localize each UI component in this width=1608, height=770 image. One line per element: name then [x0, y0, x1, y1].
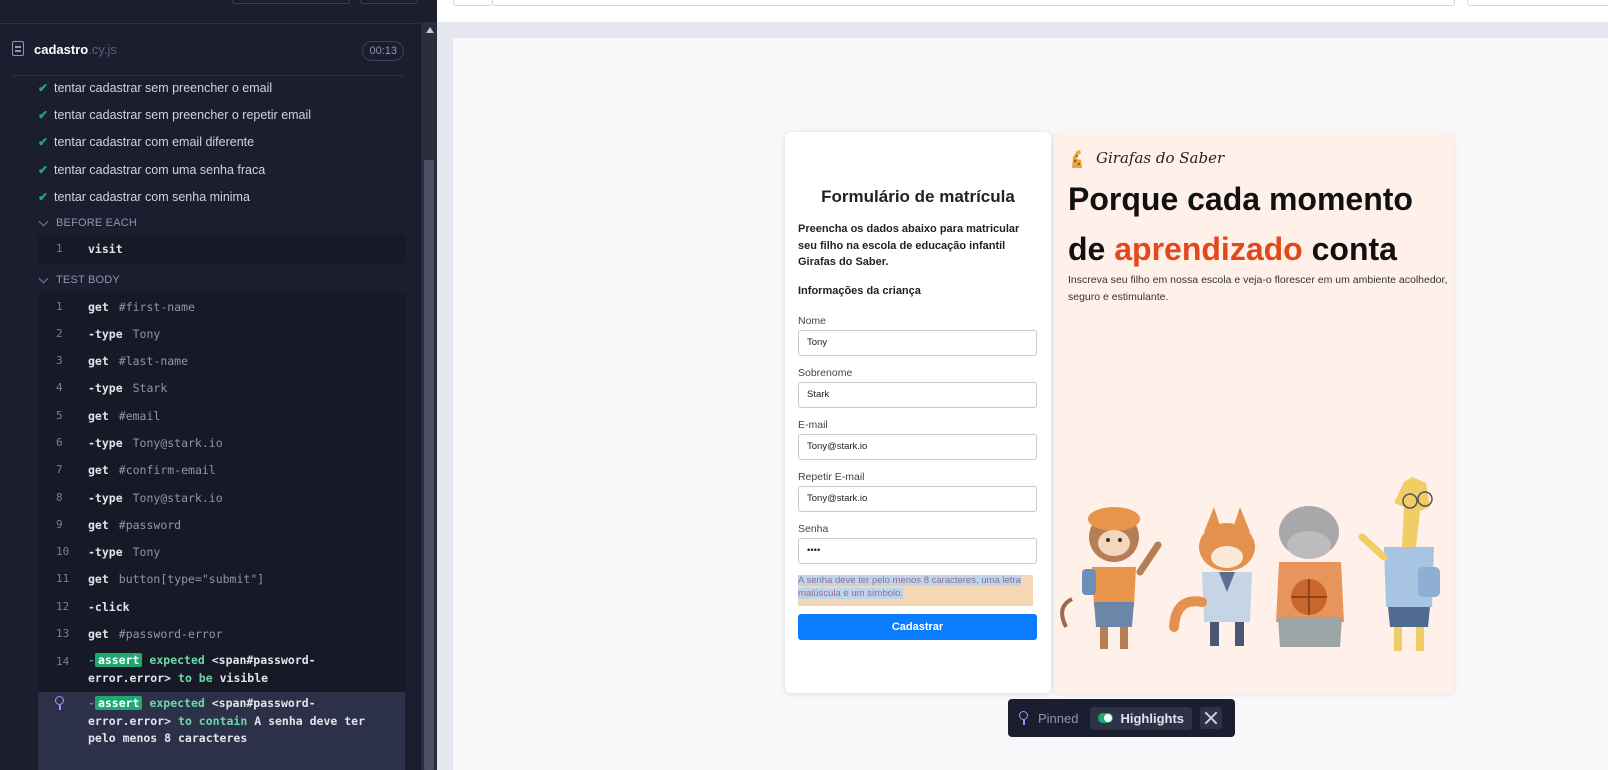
last-name-input[interactable]: Stark: [798, 382, 1037, 408]
viewport-control[interactable]: [453, 0, 493, 6]
command-row[interactable]: 7 get #confirm-email: [38, 456, 405, 483]
command-row[interactable]: 1 get #first-name: [38, 293, 405, 320]
command-row[interactable]: 10 -type Tony: [38, 538, 405, 565]
pin-icon: [1019, 711, 1029, 725]
test-item[interactable]: ✔ tentar cadastrar sem preencher o email: [38, 78, 272, 98]
header-control[interactable]: [360, 0, 418, 4]
hero-subtitle: Inscreva seu filho em nossa escola e vej…: [1068, 274, 1448, 303]
chevron-down-icon: [38, 273, 49, 283]
hero-panel: Girafas do Saber Porque cada momento de …: [1054, 132, 1454, 693]
command-log-panel: cadastro.cy.js 00:13 ✔ tentar cadastrar s…: [0, 0, 437, 770]
test-item[interactable]: ✔ tentar cadastrar com uma senha fraca: [38, 160, 265, 180]
form-description: Preencha os dados abaixo para matricular…: [798, 223, 1020, 268]
command-row[interactable]: 4 -type Stark: [38, 374, 405, 401]
divider: [12, 75, 404, 76]
pinned-label: Pinned: [1038, 710, 1079, 726]
password-label: Senha: [798, 523, 829, 535]
command-row[interactable]: 8 -type Tony@stark.io: [38, 484, 405, 511]
password-input[interactable]: ••••: [798, 538, 1037, 564]
giraffe-icon: [1068, 147, 1086, 169]
submit-button[interactable]: Cadastrar: [798, 614, 1037, 640]
pinned-toolbar: Pinned Highlights: [1008, 699, 1235, 737]
viewport-size-control[interactable]: [1467, 0, 1608, 6]
form-title: Formulário de matrícula: [821, 187, 1015, 206]
test-item[interactable]: ✔ tentar cadastrar com email diferente: [38, 132, 254, 152]
command-row[interactable]: 2 -type Tony: [38, 320, 405, 347]
check-icon: ✔: [38, 108, 49, 122]
check-icon: ✔: [38, 190, 49, 204]
form-section-title: Informações da criança: [798, 285, 921, 297]
scrollbar-thumb[interactable]: [424, 160, 434, 770]
hero-title: Porque cada momento de aprendizado conta: [1068, 181, 1413, 267]
pin-icon: [54, 696, 64, 710]
first-name-label: Nome: [798, 315, 827, 327]
header-control[interactable]: [232, 0, 350, 4]
reporter-header-strip: [0, 0, 420, 24]
confirm-email-label: Repetir E-mail: [798, 471, 865, 483]
password-error: A senha deve ter pelo menos 8 caracteres…: [798, 575, 1033, 606]
command-row[interactable]: 13 get #password-error: [38, 620, 405, 647]
test-item[interactable]: ✔ tentar cadastrar sem preencher o repeti…: [38, 105, 311, 125]
confirm-email-input[interactable]: Tony@stark.io: [798, 486, 1037, 512]
check-icon: ✔: [38, 135, 49, 149]
highlights-toggle[interactable]: Highlights: [1090, 706, 1193, 730]
assert-row[interactable]: 14 - assert expected <span#password- erro…: [38, 652, 405, 692]
command-row[interactable]: 5 get #email: [38, 402, 405, 429]
before-each-header[interactable]: BEFORE EACH: [38, 216, 137, 229]
url-bar[interactable]: [492, 0, 1455, 6]
command-row[interactable]: 9 get #password: [38, 511, 405, 538]
command-row[interactable]: 11 get button[type="submit"]: [38, 565, 405, 592]
command-row[interactable]: 3 get #last-name: [38, 347, 405, 374]
last-name-label: Sobrenome: [798, 367, 853, 379]
pinned-assert-row[interactable]: - assert expected <span#password- error.e…: [38, 692, 405, 770]
command-row[interactable]: 1 visit: [38, 235, 405, 262]
spec-filename: cadastro.cy.js: [34, 42, 117, 57]
test-item[interactable]: ✔ tentar cadastrar com senha minima: [38, 187, 250, 207]
spec-duration: 00:13: [362, 41, 404, 61]
check-icon: ✔: [38, 163, 49, 177]
command-row[interactable]: 6 -type Tony@stark.io: [38, 429, 405, 456]
children-animals-illustration: [1060, 477, 1440, 651]
scroll-up-arrow-icon[interactable]: [426, 27, 434, 33]
command-row[interactable]: 12 -click: [38, 593, 405, 620]
spec-header[interactable]: cadastro.cy.js 00:13: [12, 38, 404, 66]
registration-form: Formulário de matrícula Preencha os dado…: [785, 132, 1051, 693]
check-icon: ✔: [38, 81, 49, 95]
file-icon: [12, 41, 24, 56]
chevron-down-icon: [38, 216, 49, 226]
toggle-switch-icon: [1098, 713, 1114, 723]
brand-logo: Girafas do Saber: [1068, 147, 1224, 169]
assert-message: - assert expected <span#password- error.e…: [88, 653, 316, 685]
test-body-header[interactable]: TEST BODY: [38, 273, 120, 286]
email-input[interactable]: Tony@stark.io: [798, 434, 1037, 460]
email-label: E-mail: [798, 419, 828, 431]
assert-message: - assert expected <span#password- error.e…: [88, 696, 365, 745]
first-name-input[interactable]: Tony: [798, 330, 1037, 356]
close-icon[interactable]: [1200, 707, 1223, 729]
